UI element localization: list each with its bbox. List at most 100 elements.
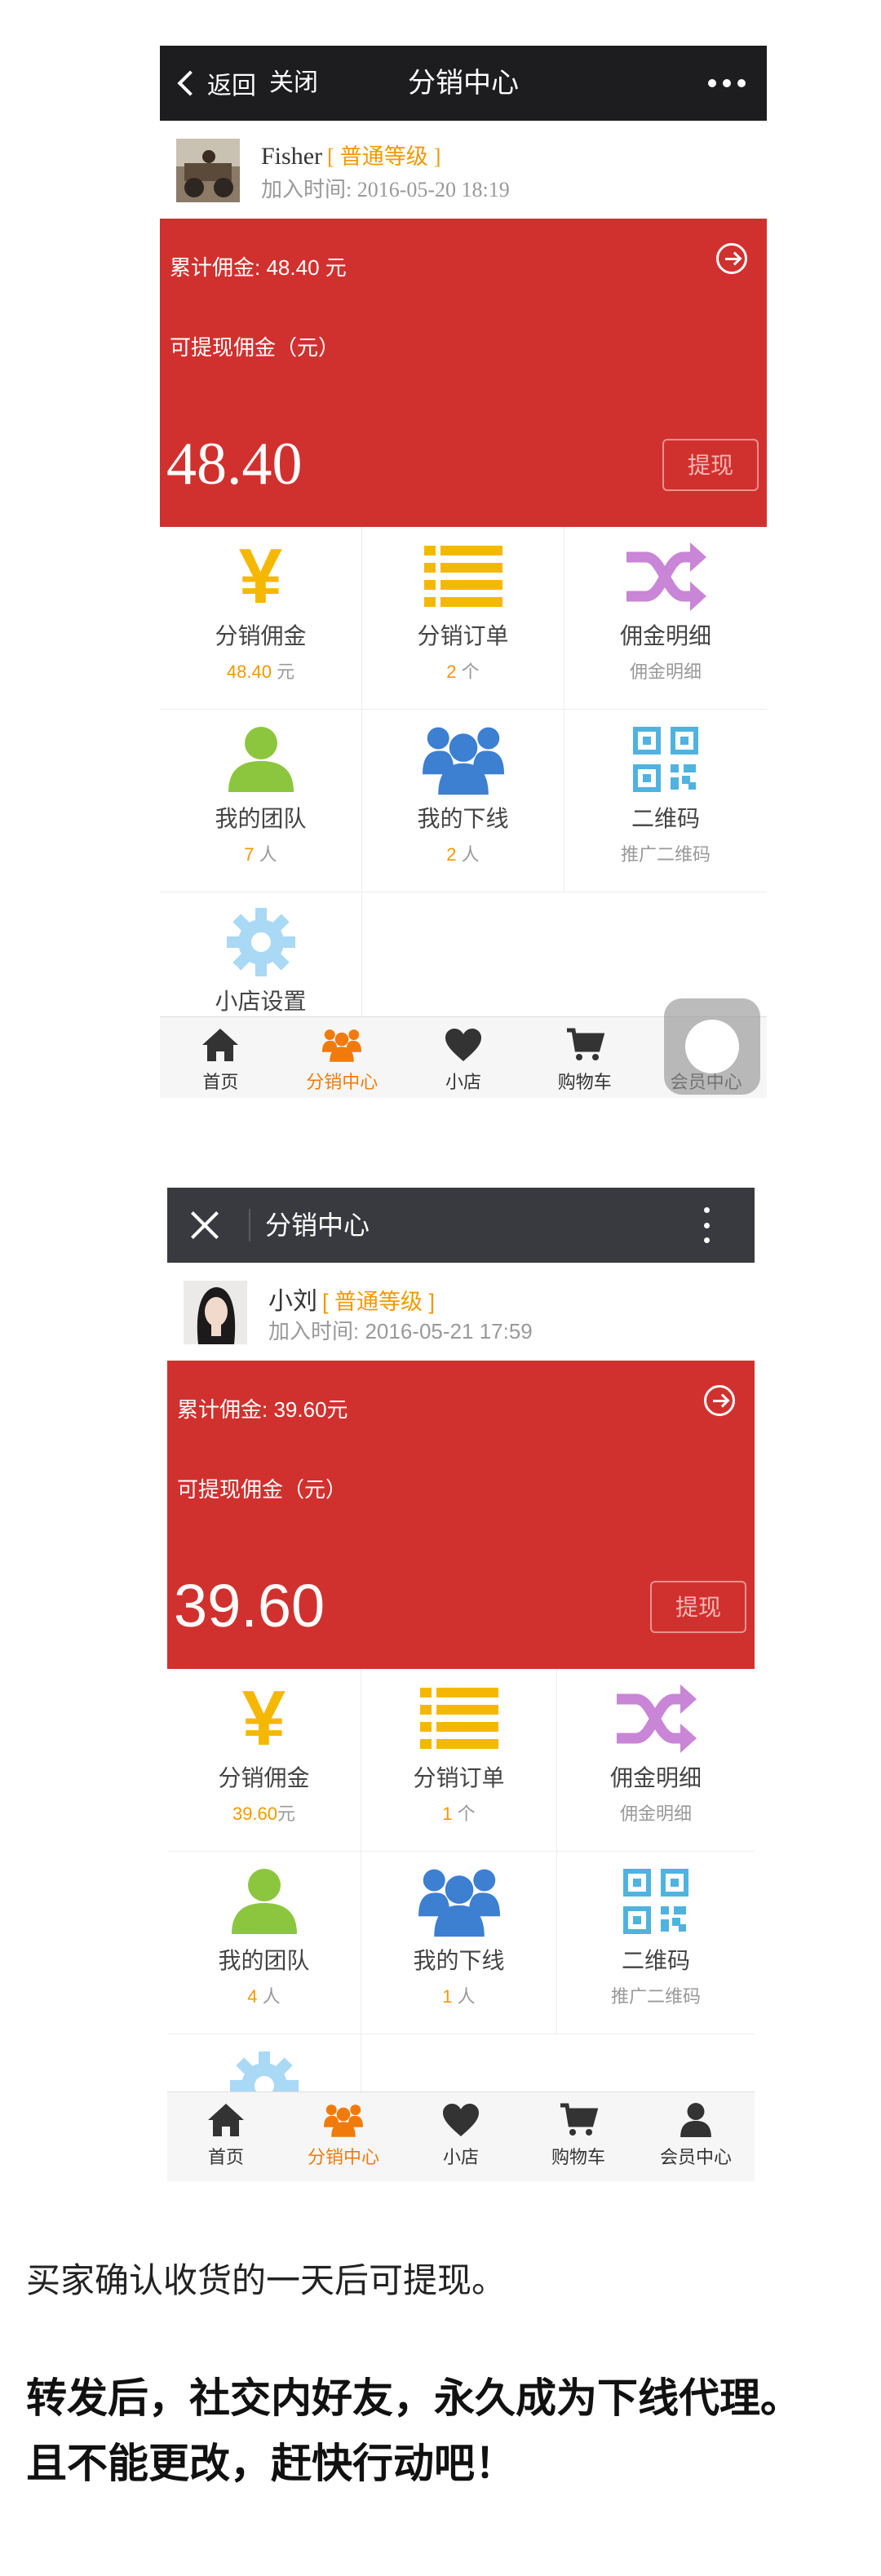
more-icon[interactable] bbox=[708, 46, 746, 121]
join-time: 2016-05-21 17:59 bbox=[365, 1319, 533, 1343]
yen-icon: ¥ bbox=[238, 533, 283, 620]
tab-shop[interactable]: 小店 bbox=[402, 2092, 520, 2181]
grid-qrcode[interactable]: 二维码 推广二维码 bbox=[564, 710, 767, 892]
cart-icon bbox=[565, 1027, 605, 1063]
grid-sub: 推广二维码 bbox=[620, 844, 711, 865]
users-icon bbox=[418, 1866, 500, 1937]
user-name-line: Fisher[ 普通等级 ] bbox=[261, 139, 440, 170]
grid-sub: 4 人 bbox=[247, 1986, 281, 2007]
grid-label: 小店设置 bbox=[215, 989, 307, 1014]
grid-label: 我的团队 bbox=[218, 1948, 310, 1973]
total-commission: 累计佣金: 39.60元 bbox=[177, 1397, 348, 1422]
avatar bbox=[184, 1281, 247, 1344]
users-icon bbox=[422, 724, 504, 795]
grid-sub: 佣金明细 bbox=[619, 1804, 692, 1824]
floating-assistive-button[interactable] bbox=[664, 998, 760, 1095]
grid-label: 分销佣金 bbox=[215, 623, 307, 648]
screenshot-1: 返回 关闭 分销中心 Fisher[ 普通等级 ] 加入时间: 2016-05-… bbox=[160, 46, 767, 1098]
screenshot-2: 分销中心 小刘[ 普通等级 ] 加入时间: 2016-05-21 17:59 累… bbox=[167, 1188, 755, 2181]
total-commission: 累计佣金: 48.40 元 bbox=[170, 255, 347, 280]
grid-sub: 推广二维码 bbox=[610, 1986, 701, 2007]
cart-icon bbox=[559, 2102, 599, 2138]
profile-header: Fisher[ 普通等级 ] 加入时间: 2016-05-20 18:19 bbox=[160, 121, 767, 219]
grid-label: 我的团队 bbox=[215, 806, 307, 831]
user-level: [ 普通等级 ] bbox=[322, 1290, 436, 1314]
grid-team[interactable]: 我的团队 4 人 bbox=[167, 1852, 361, 2034]
profile-header: 小刘[ 普通等级 ] 加入时间: 2016-05-21 17:59 bbox=[167, 1263, 755, 1361]
tab-cart[interactable]: 购物车 bbox=[524, 1017, 645, 1098]
tab-shop[interactable]: 小店 bbox=[403, 1017, 525, 1098]
grid-team[interactable]: 我的团队 7 人 bbox=[160, 710, 362, 892]
grid-orders[interactable]: 分销订单 1 个 bbox=[361, 1669, 557, 1852]
grid-downline[interactable]: 我的下线 1 人 bbox=[361, 1852, 557, 2034]
note-withdraw-rule: 买家确认收货的一天后可提现。 bbox=[26, 2261, 507, 2299]
grid-label: 我的下线 bbox=[413, 1948, 505, 1973]
bottom-tab-bar: 首页 分销中心 小店 购物车 会员中心 bbox=[167, 2091, 755, 2181]
join-time: 2016-05-20 18:19 bbox=[356, 178, 510, 201]
arrow-right-circle-icon[interactable] bbox=[704, 1385, 735, 1416]
grid-label: 我的下线 bbox=[417, 806, 509, 831]
arrow-right-circle-icon[interactable] bbox=[716, 243, 747, 274]
grid-label: 佣金明细 bbox=[609, 1765, 702, 1790]
grid-sub: 2 人 bbox=[446, 844, 480, 865]
yen-icon: ¥ bbox=[241, 1675, 286, 1762]
grid-details[interactable]: 佣金明细 佣金明细 bbox=[557, 1669, 755, 1852]
note-share-line2: 且不能更改，赶快行动吧！ bbox=[26, 2441, 516, 2486]
grid-sub: 1 人 bbox=[442, 1986, 476, 2007]
top-bar: 分销中心 bbox=[167, 1188, 755, 1263]
grid-label: 分销佣金 bbox=[218, 1765, 310, 1790]
grid-qrcode[interactable]: 二维码 推广二维码 bbox=[557, 1852, 755, 2034]
grid-label: 二维码 bbox=[631, 806, 700, 831]
grid-label: 二维码 bbox=[621, 1948, 690, 1973]
tab-cart[interactable]: 购物车 bbox=[520, 2092, 637, 2181]
grid-label: 分销订单 bbox=[417, 623, 509, 648]
commission-card: 累计佣金: 48.40 元 可提现佣金（元） 48.40 提现 bbox=[160, 219, 767, 527]
grid-sub: 1 个 bbox=[442, 1804, 476, 1824]
available-amount: 39.60 bbox=[174, 1572, 325, 1640]
withdraw-button[interactable]: 提现 bbox=[650, 1581, 746, 1633]
withdraw-button[interactable]: 提现 bbox=[662, 439, 759, 491]
heart-icon bbox=[444, 1027, 483, 1063]
join-time-label: 加入时间: bbox=[261, 178, 352, 201]
users-icon bbox=[322, 1027, 362, 1063]
tab-distribution[interactable]: 分销中心 bbox=[281, 1017, 403, 1098]
users-icon bbox=[324, 2102, 363, 2138]
grid-orders[interactable]: 分销订单 2 个 bbox=[362, 527, 564, 710]
tab-home[interactable]: 首页 bbox=[160, 1017, 281, 1098]
shuffle-icon bbox=[615, 1684, 697, 1754]
grid-label: 佣金明细 bbox=[619, 623, 711, 648]
grid-sub: 39.60元 bbox=[232, 1804, 296, 1824]
top-bar: 返回 关闭 分销中心 bbox=[160, 46, 767, 121]
avatar bbox=[176, 139, 240, 202]
user-name-line: 小刘[ 普通等级 ] bbox=[268, 1281, 435, 1317]
grid-commission[interactable]: ¥ 分销佣金 39.60元 bbox=[167, 1669, 361, 1852]
page-title: 分销中心 bbox=[265, 1211, 370, 1240]
page-title: 分销中心 bbox=[408, 68, 519, 99]
gear-icon bbox=[220, 907, 302, 977]
tab-distribution[interactable]: 分销中心 bbox=[285, 2092, 402, 2181]
available-commission-label: 可提现佣金（元） bbox=[177, 1477, 348, 1502]
grid-downline[interactable]: 我的下线 2 人 bbox=[362, 710, 564, 892]
close-icon[interactable] bbox=[185, 1206, 224, 1245]
user-level: [ 普通等级 ] bbox=[327, 144, 441, 169]
grid-label: 分销订单 bbox=[413, 1765, 505, 1790]
tab-member[interactable]: 会员中心 bbox=[637, 2092, 755, 2181]
grid-sub: 2 个 bbox=[446, 662, 480, 682]
join-time-label: 加入时间: bbox=[268, 1319, 360, 1343]
list-icon bbox=[423, 542, 504, 612]
user-name: 小刘 bbox=[268, 1288, 317, 1315]
divider bbox=[249, 1209, 250, 1242]
more-vertical-icon[interactable] bbox=[704, 1207, 711, 1243]
user-icon bbox=[676, 2102, 715, 2138]
grid-commission[interactable]: ¥ 分销佣金 48.40 元 bbox=[160, 527, 362, 710]
grid-details[interactable]: 佣金明细 佣金明细 bbox=[564, 527, 767, 710]
qr-code-icon bbox=[625, 724, 706, 794]
user-icon bbox=[220, 724, 302, 794]
grid-sub: 7 人 bbox=[244, 844, 277, 865]
available-amount: 48.40 bbox=[166, 431, 303, 498]
home-icon bbox=[206, 2102, 246, 2138]
home-icon bbox=[201, 1027, 240, 1063]
tab-home[interactable]: 首页 bbox=[167, 2092, 285, 2181]
grid-sub: 佣金明细 bbox=[629, 662, 702, 682]
note-share-line1: 转发后，社交内好友，永久成为下线代理。 bbox=[26, 2375, 801, 2421]
